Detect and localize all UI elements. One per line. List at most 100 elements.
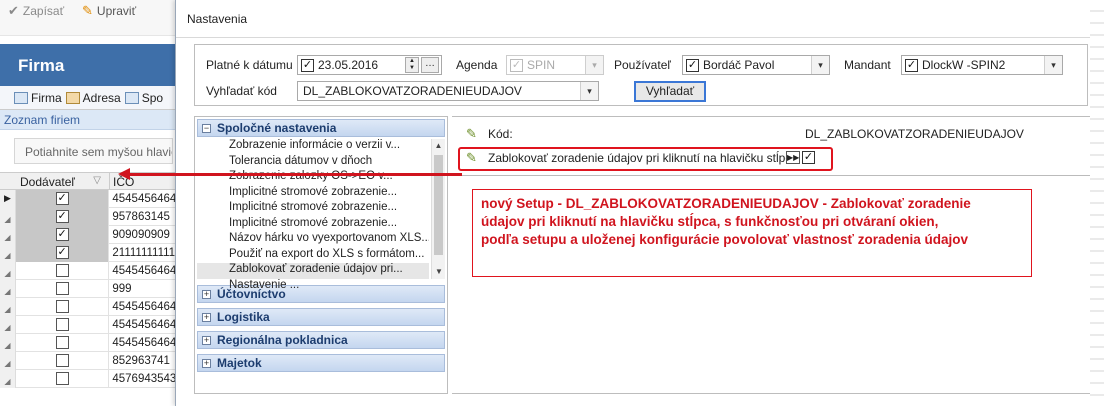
tree-item[interactable]: Implicitné stromové zobrazenie...	[197, 186, 429, 202]
table-row[interactable]: ◢ 852963741	[0, 351, 177, 370]
row-handle[interactable]: ◢	[0, 297, 16, 316]
tree-item[interactable]: Zablokovať zoradenie údajov pri...	[197, 263, 429, 279]
platne-checkbox[interactable]: ✓	[301, 58, 314, 72]
table-row[interactable]: ▶ ✓ 45454564646	[0, 189, 177, 208]
scroll-down-icon[interactable]: ▼	[432, 265, 446, 279]
collapse-icon[interactable]: −	[202, 123, 211, 133]
dodavatel-checkbox[interactable]	[55, 282, 69, 295]
zapisat-button[interactable]: ✔ Zapísať	[8, 3, 64, 19]
table-row[interactable]: ◢ ✓ 957863145	[0, 207, 177, 226]
dodavatel-checkbox[interactable]	[55, 372, 69, 385]
row-indicator-icon[interactable]: ▶	[0, 189, 16, 208]
row-handle[interactable]: ◢	[0, 225, 16, 244]
section-logistika[interactable]: + Logistika	[197, 308, 445, 326]
expand-icon[interactable]: +	[202, 335, 211, 345]
table-row[interactable]: ◢ 45454564646	[0, 261, 177, 280]
dodavatel-checkbox[interactable]	[55, 354, 69, 367]
dodavatel-cell[interactable]: ✓	[15, 189, 110, 208]
filter-icon[interactable]: ▽	[93, 175, 101, 189]
dodavatel-checkbox[interactable]	[55, 336, 69, 349]
platne-date-field[interactable]: ✓ 23.05.2016 ▲ ▼ …	[297, 55, 442, 75]
fast-forward-icon[interactable]: ▶▶	[786, 151, 800, 164]
tree-scrollbar[interactable]: ▲ ▼	[431, 139, 445, 279]
pouzivatel-checkbox[interactable]: ✓	[686, 58, 699, 72]
chevron-down-icon[interactable]: ▾	[811, 56, 829, 74]
table-row[interactable]: ◢ 4576943543	[0, 369, 177, 388]
zablokovat-checkbox[interactable]: ✓	[802, 151, 815, 164]
firma-panel: Firma Firma Adresa Spo Zoznam firiem Pot…	[0, 44, 178, 406]
vyhladat-kod-input[interactable]: DL_ZABLOKOVATZORADENIEUDAJOV ▾	[297, 81, 599, 101]
table-row[interactable]: ◢ 45454564646	[0, 333, 177, 352]
chevron-down-icon[interactable]: ▾	[1044, 56, 1062, 74]
table-row[interactable]: ◢ ✓ 21111111111	[0, 243, 177, 262]
tree-item[interactable]: Použiť na export do XLS s formátom...	[197, 248, 429, 264]
dodavatel-checkbox[interactable]	[55, 318, 69, 331]
agenda-value: SPIN	[527, 58, 556, 72]
scroll-up-icon[interactable]: ▲	[432, 139, 445, 153]
mandant-value: DlockW -SPIN2	[922, 58, 1006, 72]
zablokovat-label: Zablokovať zoradenie údajov pri kliknutí…	[488, 151, 799, 165]
tab-adresa[interactable]: Adresa	[65, 91, 121, 105]
dodavatel-cell[interactable]	[16, 351, 110, 370]
scroll-thumb[interactable]	[434, 155, 443, 255]
tree-item[interactable]: Zobrazenie informácie o verzii v...	[197, 139, 429, 155]
dodavatel-cell[interactable]	[16, 297, 110, 316]
mandant-select[interactable]: ✓ DlockW -SPIN2 ▾	[901, 55, 1063, 75]
expand-icon[interactable]: +	[202, 358, 211, 368]
zablokovat-control: ▶▶ ✓	[786, 151, 815, 164]
agenda-select[interactable]: ✓ SPIN ▾	[506, 55, 604, 75]
dodavatel-cell[interactable]	[16, 279, 110, 298]
dodavatel-cell[interactable]: ✓	[15, 225, 110, 244]
row-handle[interactable]: ◢	[0, 333, 16, 352]
row-handle[interactable]: ◢	[0, 279, 16, 298]
table-row[interactable]: ◢ ✓ 909090909	[0, 225, 177, 244]
dodavatel-checkbox[interactable]: ✓	[55, 246, 69, 259]
row-handle[interactable]: ◢	[0, 315, 16, 334]
chevron-down-icon[interactable]: ▾	[585, 56, 603, 74]
dodavatel-checkbox[interactable]	[55, 300, 69, 313]
table-row[interactable]: ◢ 999	[0, 279, 177, 298]
mandant-checkbox[interactable]: ✓	[905, 58, 918, 72]
dodavatel-cell[interactable]: ✓	[15, 207, 110, 226]
dodavatel-cell[interactable]	[16, 333, 110, 352]
expand-icon[interactable]: +	[202, 312, 211, 322]
row-handle[interactable]: ◢	[0, 261, 16, 280]
tree-item[interactable]: Názov hárku vo vyexportovanom XLS...	[197, 232, 429, 248]
pouzivatel-select[interactable]: ✓ Bordáč Pavol ▾	[682, 55, 830, 75]
row-handle[interactable]: ◢	[0, 207, 16, 226]
group-by-hint[interactable]: Potiahnite sem myšou hlavič	[14, 138, 173, 164]
dodavatel-checkbox[interactable]: ✓	[55, 192, 69, 205]
section-regionalna-pokladnica[interactable]: + Regionálna pokladnica	[197, 331, 445, 349]
checkmark-icon: ✔	[8, 3, 19, 18]
dodavatel-cell[interactable]	[16, 315, 110, 334]
dodavatel-checkbox[interactable]: ✓	[55, 210, 69, 223]
column-dodavatel[interactable]: Dodávateľ ▽	[0, 173, 110, 189]
ico-cell: 45454564646	[112, 300, 177, 313]
table-row[interactable]: ◢ 45454564646	[0, 297, 177, 316]
dodavatel-cell[interactable]	[16, 369, 110, 388]
row-handle[interactable]: ◢	[0, 351, 16, 370]
tree-item[interactable]: Implicitné stromové zobrazenie...	[197, 217, 429, 233]
ellipsis-button[interactable]: …	[421, 57, 439, 73]
table-row[interactable]: ◢ 45454564646	[0, 315, 177, 334]
tab-spo[interactable]: Spo	[124, 91, 163, 105]
dodavatel-cell[interactable]: ✓	[15, 243, 110, 262]
chevron-down-icon[interactable]: ▾	[580, 82, 598, 100]
agenda-checkbox[interactable]: ✓	[510, 58, 523, 72]
row-handle[interactable]: ◢	[0, 369, 16, 388]
section-spolocne[interactable]: − Spoločné nastavenia	[197, 119, 445, 137]
dodavatel-checkbox[interactable]	[55, 264, 69, 277]
section-regionalna-label: Regionálna pokladnica	[217, 333, 348, 347]
tab-firma[interactable]: Firma	[14, 91, 62, 105]
tree-item[interactable]: Implicitné stromové zobrazenie...	[197, 201, 429, 217]
row-handle[interactable]: ◢	[0, 243, 16, 262]
date-spin-icon[interactable]: ▲ ▼	[405, 57, 419, 73]
dodavatel-cell[interactable]	[16, 261, 110, 280]
upravit-button[interactable]: ✎ Upraviť	[82, 3, 136, 19]
vyhladat-button[interactable]: Vyhľadať	[634, 81, 706, 102]
tree-item[interactable]: Nastavenie ...	[197, 279, 429, 295]
section-majetok[interactable]: + Majetok	[197, 354, 445, 372]
dodavatel-checkbox[interactable]: ✓	[55, 228, 69, 241]
section-spolocne-label: Spoločné nastavenia	[217, 121, 337, 135]
tree-item[interactable]: Tolerancia dátumov v dňoch	[197, 155, 429, 171]
